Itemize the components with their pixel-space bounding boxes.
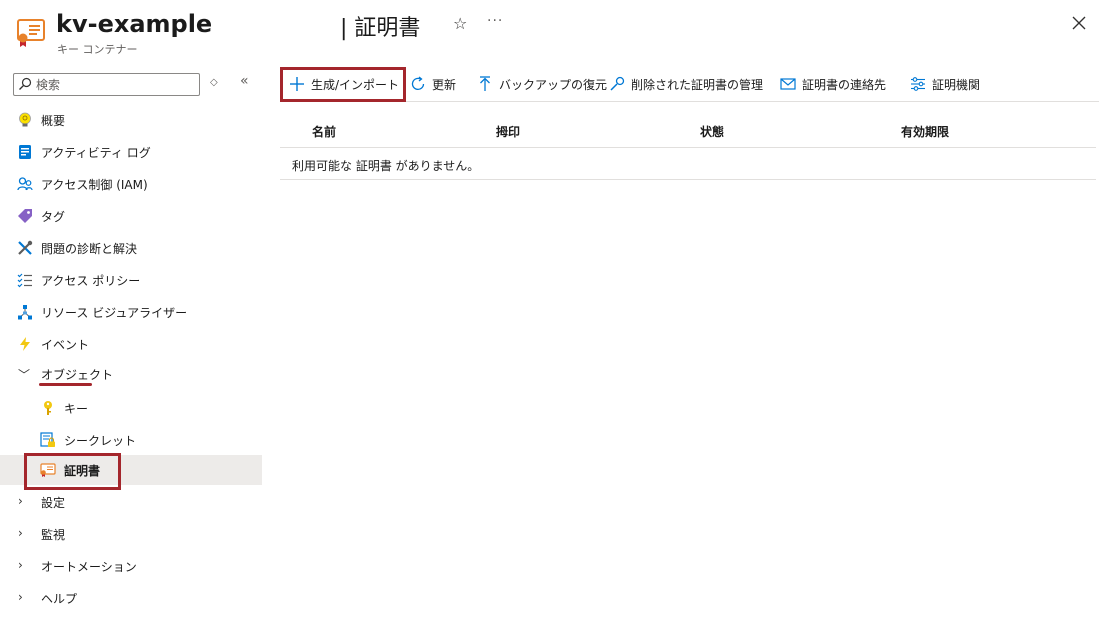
certificates-table: 名前 拇印 状態 有効期限 利用可能な 証明書 がありません。 xyxy=(280,114,1096,180)
sidebar-item-activity-log[interactable]: アクティビティ ログ xyxy=(0,137,262,167)
sidebar-item-events[interactable]: イベント xyxy=(0,329,262,359)
page-title: | 証明書 xyxy=(340,16,421,41)
visualizer-icon xyxy=(18,305,32,320)
sidebar-group-label: 設定 xyxy=(41,496,66,510)
resource-name: kv-example xyxy=(56,10,213,38)
chevron-right-icon: › xyxy=(18,558,23,572)
wrench-icon xyxy=(18,240,33,255)
sidebar-item-iam[interactable]: アクセス制御 (IAM) xyxy=(0,169,262,199)
collapse-sidebar-icon[interactable]: « xyxy=(240,73,249,89)
sort-icon[interactable]: ◇ xyxy=(210,77,218,88)
sidebar-group-automation[interactable]: › オートメーション xyxy=(0,551,262,581)
secret-icon xyxy=(40,432,55,447)
close-icon[interactable] xyxy=(1070,14,1088,32)
empty-state-row: 利用可能な 証明書 がありません。 xyxy=(280,148,1096,180)
sidebar-item-access-policies[interactable]: アクセス ポリシー xyxy=(0,265,262,295)
sidebar-group-label: オブジェクト xyxy=(41,368,114,382)
command-bar: 生成/インポート 更新 バックアップの復元 削除された証明書の管理 証明書の連絡… xyxy=(280,66,1099,102)
chevron-right-icon: › xyxy=(18,526,23,540)
activity-log-icon xyxy=(19,145,31,159)
mail-icon xyxy=(780,78,796,90)
sidebar-group-monitoring[interactable]: › 監視 xyxy=(0,519,262,549)
sidebar-group-label: ヘルプ xyxy=(41,592,78,606)
tag-icon xyxy=(18,209,32,223)
star-icon[interactable]: ☆ xyxy=(453,14,467,33)
sidebar-item-label: アクセス制御 (IAM) xyxy=(41,178,148,192)
lightning-icon xyxy=(20,337,30,351)
search-box[interactable] xyxy=(13,73,200,96)
sidebar-item-label: リソース ビジュアライザー xyxy=(41,306,188,320)
button-label: バックアップの復元 xyxy=(499,77,608,92)
restore-backup-button[interactable]: バックアップの復元 xyxy=(477,66,607,102)
column-header-status[interactable]: 状態 xyxy=(700,123,724,140)
sidebar-group-label: オートメーション xyxy=(41,560,137,574)
sidebar-item-tags[interactable]: タグ xyxy=(0,201,262,231)
column-header-thumbprint[interactable]: 拇印 xyxy=(496,123,520,140)
sidebar-group-help[interactable]: › ヘルプ xyxy=(0,583,262,613)
sidebar-item-label: 概要 xyxy=(41,114,66,128)
page-header: kv-example キー コンテナー | 証明書 ☆ ··· xyxy=(0,0,1099,66)
people-icon xyxy=(17,177,33,191)
ellipsis-icon[interactable]: ··· xyxy=(487,13,503,29)
refresh-icon xyxy=(411,76,425,90)
chevron-down-icon: ﹀ xyxy=(18,368,31,382)
search-icon xyxy=(19,77,32,90)
sidebar-group-label: 監視 xyxy=(41,528,66,542)
button-label: 証明機関 xyxy=(932,77,981,92)
column-header-expiration[interactable]: 有効期限 xyxy=(901,123,949,140)
highlight-box-generate xyxy=(280,67,406,102)
sidebar-item-label: イベント xyxy=(41,338,90,352)
certificate-icon xyxy=(17,19,45,47)
sidebar-item-label: シークレット xyxy=(64,434,137,448)
highlight-box-certificates xyxy=(24,453,121,490)
sidebar-item-label: タグ xyxy=(41,210,66,224)
search-input[interactable] xyxy=(36,76,196,93)
sidebar: ◇ « 概要 アクティビティ ログ アクセス制御 (IAM) xyxy=(0,66,262,621)
wrench-icon xyxy=(610,76,625,91)
sidebar-item-diagnose[interactable]: 問題の診断と解決 xyxy=(0,233,262,263)
sidebar-item-label: アクティビティ ログ xyxy=(41,146,151,160)
settings-sliders-icon xyxy=(911,77,925,91)
sidebar-item-label: キー xyxy=(64,402,89,416)
highlight-underline xyxy=(39,383,92,386)
empty-message: 利用可能な 証明書 がありません。 xyxy=(292,159,480,173)
sidebar-item-label: アクセス ポリシー xyxy=(41,274,141,288)
table-header: 名前 拇印 状態 有効期限 xyxy=(280,114,1096,148)
resource-type: キー コンテナー xyxy=(57,43,138,56)
manage-deleted-button[interactable]: 削除された証明書の管理 xyxy=(609,66,763,102)
button-label: 削除された証明書の管理 xyxy=(631,77,764,92)
sidebar-item-resource-visualizer[interactable]: リソース ビジュアライザー xyxy=(0,297,262,327)
sidebar-item-secrets[interactable]: シークレット xyxy=(0,425,262,455)
chevron-right-icon: › xyxy=(18,494,23,508)
sidebar-item-label: 問題の診断と解決 xyxy=(41,242,138,256)
button-label: 証明書の連絡先 xyxy=(802,77,887,92)
checklist-icon xyxy=(17,273,32,288)
sidebar-group-settings[interactable]: › 設定 xyxy=(0,487,262,517)
certificate-contacts-button[interactable]: 証明書の連絡先 xyxy=(780,66,886,102)
refresh-button[interactable]: 更新 xyxy=(410,66,456,102)
key-icon xyxy=(44,401,52,415)
sidebar-item-overview[interactable]: 概要 xyxy=(0,105,262,135)
column-header-name[interactable]: 名前 xyxy=(312,123,336,140)
upload-arrow-icon xyxy=(480,76,490,91)
lightbulb-icon xyxy=(19,112,31,127)
certificate-authorities-button[interactable]: 証明機関 xyxy=(910,66,980,102)
chevron-right-icon: › xyxy=(18,590,23,604)
sidebar-item-keys[interactable]: キー xyxy=(0,393,262,423)
button-label: 更新 xyxy=(432,77,457,92)
